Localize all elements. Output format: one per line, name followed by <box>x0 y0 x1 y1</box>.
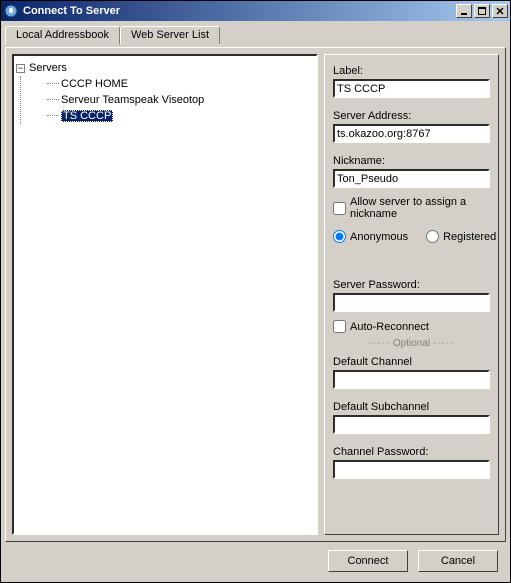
channel-password-label: Channel Password: <box>333 446 490 458</box>
nickname-input[interactable] <box>333 169 490 188</box>
nickname-label: Nickname: <box>333 155 490 167</box>
cancel-button[interactable]: Cancel <box>418 550 498 572</box>
registered-radio[interactable] <box>426 230 439 243</box>
address-input[interactable] <box>333 124 490 143</box>
app-icon <box>3 3 19 19</box>
auto-reconnect-row[interactable]: Auto-Reconnect <box>333 320 490 333</box>
tree-children: CCCP HOME Serveur Teamspeak Viseotop TS … <box>20 76 314 124</box>
tree-item[interactable]: TS CCCP <box>31 108 314 124</box>
tab-web-server-list[interactable]: Web Server List <box>120 26 220 44</box>
tree-item-label: CCCP HOME <box>61 78 128 90</box>
channel-password-input[interactable] <box>333 460 490 479</box>
allow-assign-checkbox[interactable] <box>333 202 346 215</box>
server-password-input[interactable] <box>333 293 490 312</box>
connect-button[interactable]: Connect <box>328 550 408 572</box>
optional-divider: Optional <box>333 338 490 349</box>
tree-item-label: Serveur Teamspeak Viseotop <box>61 94 204 106</box>
allow-assign-label: Allow server to assign a nickname <box>350 196 490 220</box>
auto-reconnect-label: Auto-Reconnect <box>350 321 429 333</box>
label-input[interactable] <box>333 79 490 98</box>
default-channel-input[interactable] <box>333 370 490 389</box>
address-label: Server Address: <box>333 110 490 122</box>
tab-page: − Servers CCCP HOME Serveur Teamspeak Vi… <box>5 47 506 542</box>
client-area: Local Addressbook Web Server List − Serv… <box>1 21 510 582</box>
window: Connect To Server Local Addressbook Web … <box>0 0 511 583</box>
registered-label: Registered <box>443 231 496 243</box>
tree-item-label: TS CCCP <box>61 110 113 122</box>
default-channel-label: Default Channel <box>333 356 490 368</box>
collapse-icon[interactable]: − <box>16 64 25 73</box>
default-subchannel-input[interactable] <box>333 415 490 434</box>
default-subchannel-label: Default Subchannel <box>333 401 490 413</box>
allow-assign-row[interactable]: Allow server to assign a nickname <box>333 196 490 220</box>
tree-root-node[interactable]: − Servers <box>16 60 314 76</box>
button-bar: Connect Cancel <box>5 546 506 578</box>
window-controls <box>456 4 508 18</box>
minimize-button[interactable] <box>456 4 472 18</box>
registered-option[interactable]: Registered <box>426 230 496 243</box>
maximize-button[interactable] <box>474 4 490 18</box>
titlebar[interactable]: Connect To Server <box>1 1 510 21</box>
window-title: Connect To Server <box>23 5 456 17</box>
server-tree[interactable]: − Servers CCCP HOME Serveur Teamspeak Vi… <box>12 54 318 535</box>
anonymous-label: Anonymous <box>350 231 408 243</box>
tree-item[interactable]: CCCP HOME <box>31 76 314 92</box>
tree-root-label: Servers <box>29 62 67 74</box>
close-button[interactable] <box>492 4 508 18</box>
server-details-panel: Label: Server Address: Nickname: Allow s… <box>324 54 499 535</box>
anonymous-radio[interactable] <box>333 230 346 243</box>
tree-item[interactable]: Serveur Teamspeak Viseotop <box>31 92 314 108</box>
server-password-label: Server Password: <box>333 279 490 291</box>
auto-reconnect-checkbox[interactable] <box>333 320 346 333</box>
label-label: Label: <box>333 65 490 77</box>
tab-strip: Local Addressbook Web Server List <box>5 26 506 44</box>
anonymous-option[interactable]: Anonymous <box>333 230 408 243</box>
tab-local-addressbook[interactable]: Local Addressbook <box>5 26 120 45</box>
